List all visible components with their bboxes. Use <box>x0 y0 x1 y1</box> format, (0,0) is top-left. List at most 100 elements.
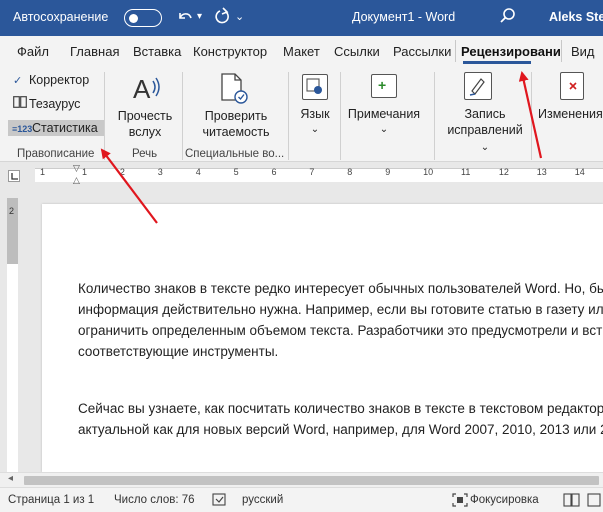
ruler-number: 3 <box>157 167 163 177</box>
tab-separator <box>561 40 562 62</box>
indent-marker[interactable]: △ <box>73 176 80 185</box>
vertical-ruler: 2 <box>0 186 24 472</box>
ruler-number: 5 <box>233 167 239 177</box>
changes-button[interactable]: Изменения <box>536 106 603 122</box>
group-separator <box>531 72 532 160</box>
tab-review[interactable]: Рецензировани <box>461 44 561 59</box>
ruler-number: 8 <box>347 167 353 177</box>
proofing-status-icon[interactable] <box>212 493 228 510</box>
vertical-ruler-strip[interactable] <box>7 198 18 472</box>
undo-dropdown-icon[interactable]: ▾ <box>197 7 202 27</box>
word-count[interactable]: Число слов: 76 <box>114 494 195 506</box>
book-icon <box>13 96 29 111</box>
document-title: Документ1 - Word <box>352 10 456 24</box>
ruler-area <box>0 162 603 186</box>
svg-text:A: A <box>133 74 151 104</box>
read-aloud-label-line1: Прочесть <box>117 109 173 123</box>
focus-icon[interactable] <box>452 493 468 510</box>
tab-insert[interactable]: Вставка <box>133 44 181 59</box>
document-page[interactable]: Количество знаков в тексте редко интерес… <box>42 204 603 472</box>
track-changes-label-line1: Запись <box>464 107 506 121</box>
tab-references[interactable]: Ссылки <box>334 44 380 59</box>
group-label-accessibility: Специальные во... <box>185 148 285 160</box>
comment-icon: + <box>371 74 397 98</box>
user-name[interactable]: Aleks Step <box>549 10 603 24</box>
changes-label: Изменения <box>538 107 603 121</box>
tab-selector-button[interactable] <box>8 170 20 182</box>
language-icon <box>302 74 328 100</box>
document-paragraph: Сейчас вы узнаете, как посчитать количес… <box>78 401 603 437</box>
document-area: Количество знаков в тексте редко интерес… <box>24 186 603 472</box>
tab-file[interactable]: Файл <box>17 44 49 59</box>
check-accessibility-label-line1: Проверить <box>204 109 268 123</box>
corrector-label: Корректор <box>29 73 90 87</box>
language-button[interactable]: Язык ⌄ <box>294 106 336 138</box>
focus-mode-button[interactable]: Фокусировка <box>470 494 539 506</box>
check-accessibility-button[interactable]: Проверить читаемость <box>194 108 278 140</box>
track-changes-button[interactable]: Запись исправлений ⌄ <box>444 106 526 156</box>
group-separator <box>182 72 183 160</box>
reject-changes-icon <box>560 72 584 100</box>
status-bar: Страница 1 из 1 Число слов: 76 русский Ф… <box>0 487 603 512</box>
undo-icon[interactable] <box>175 7 195 33</box>
chevron-down-icon: ⌄ <box>379 124 389 135</box>
ruler-number: 7 <box>309 167 315 177</box>
comments-label: Примечания <box>347 107 421 121</box>
statistics-label: Статистика <box>32 121 98 135</box>
search-icon[interactable] <box>499 7 517 31</box>
corrector-button[interactable]: ✓ Корректор <box>13 73 89 87</box>
ruler-number: 1 <box>40 167 46 177</box>
check-accessibility-label-line2: читаемость <box>202 125 270 139</box>
group-label-speech: Речь <box>132 148 158 160</box>
ruler-number: 13 <box>536 167 547 177</box>
language-status[interactable]: русский <box>242 494 283 506</box>
chevron-down-icon: ⌄ <box>480 142 490 153</box>
ruler-number: 1 <box>82 167 88 177</box>
group-separator <box>288 72 289 160</box>
group-separator <box>434 72 435 160</box>
tab-layout[interactable]: Макет <box>283 44 320 59</box>
read-aloud-icon: A <box>132 72 162 107</box>
scrollbar-thumb[interactable] <box>24 476 599 485</box>
comments-button[interactable]: Примечания ⌄ <box>346 106 422 138</box>
indent-marker[interactable]: ▽ <box>73 164 80 173</box>
group-separator <box>340 72 341 160</box>
ruler-number: 4 <box>195 167 201 177</box>
print-layout-icon[interactable] <box>587 493 601 510</box>
autosave-label: Автосохранение <box>13 10 109 24</box>
ruler-number: 9 <box>385 167 391 177</box>
ruler-number: 2 <box>119 167 125 177</box>
ruler-number: 11 <box>461 167 471 177</box>
horizontal-scrollbar[interactable]: ◂ <box>0 472 603 487</box>
group-separator <box>104 72 105 160</box>
scroll-left-icon[interactable]: ◂ <box>8 473 13 484</box>
customize-toolbar-icon[interactable]: ⌄ <box>235 7 244 27</box>
ruler-number: 6 <box>271 167 277 177</box>
ribbon: ✓ Корректор Тезаурус ≡123Статистика Право… <box>0 66 603 162</box>
track-changes-label-line2: исправлений <box>447 123 523 137</box>
spellcheck-icon: ✓ <box>13 75 23 87</box>
document-paragraph: Количество знаков в тексте редко интерес… <box>78 281 603 359</box>
page-count[interactable]: Страница 1 из 1 <box>8 494 94 506</box>
tab-separator <box>455 40 456 62</box>
read-aloud-label-line2: вслух <box>128 125 162 139</box>
redo-icon[interactable] <box>212 7 230 33</box>
tab-view[interactable]: Вид <box>571 44 595 59</box>
check-accessibility-icon <box>220 73 250 108</box>
tab-design[interactable]: Конструктор <box>193 44 267 59</box>
thesaurus-label: Тезаурус <box>29 97 81 111</box>
language-label: Язык <box>300 107 330 121</box>
ruler-number: 12 <box>498 167 509 177</box>
group-label-proofing: Правописание <box>17 148 95 160</box>
read-mode-icon[interactable] <box>563 493 581 510</box>
tab-home[interactable]: Главная <box>70 44 119 59</box>
ruler-number: 14 <box>574 167 585 177</box>
statistics-button[interactable]: ≡123Статистика <box>8 120 104 136</box>
word-count-icon: ≡123 <box>12 124 33 134</box>
read-aloud-button[interactable]: Прочесть вслух <box>112 108 178 140</box>
toggle-knob <box>129 13 138 23</box>
autosave-toggle[interactable] <box>124 9 162 27</box>
thesaurus-button[interactable]: Тезаурус <box>13 96 80 111</box>
ruler-number: 10 <box>423 167 434 177</box>
tab-mailings[interactable]: Рассылки <box>393 44 451 59</box>
